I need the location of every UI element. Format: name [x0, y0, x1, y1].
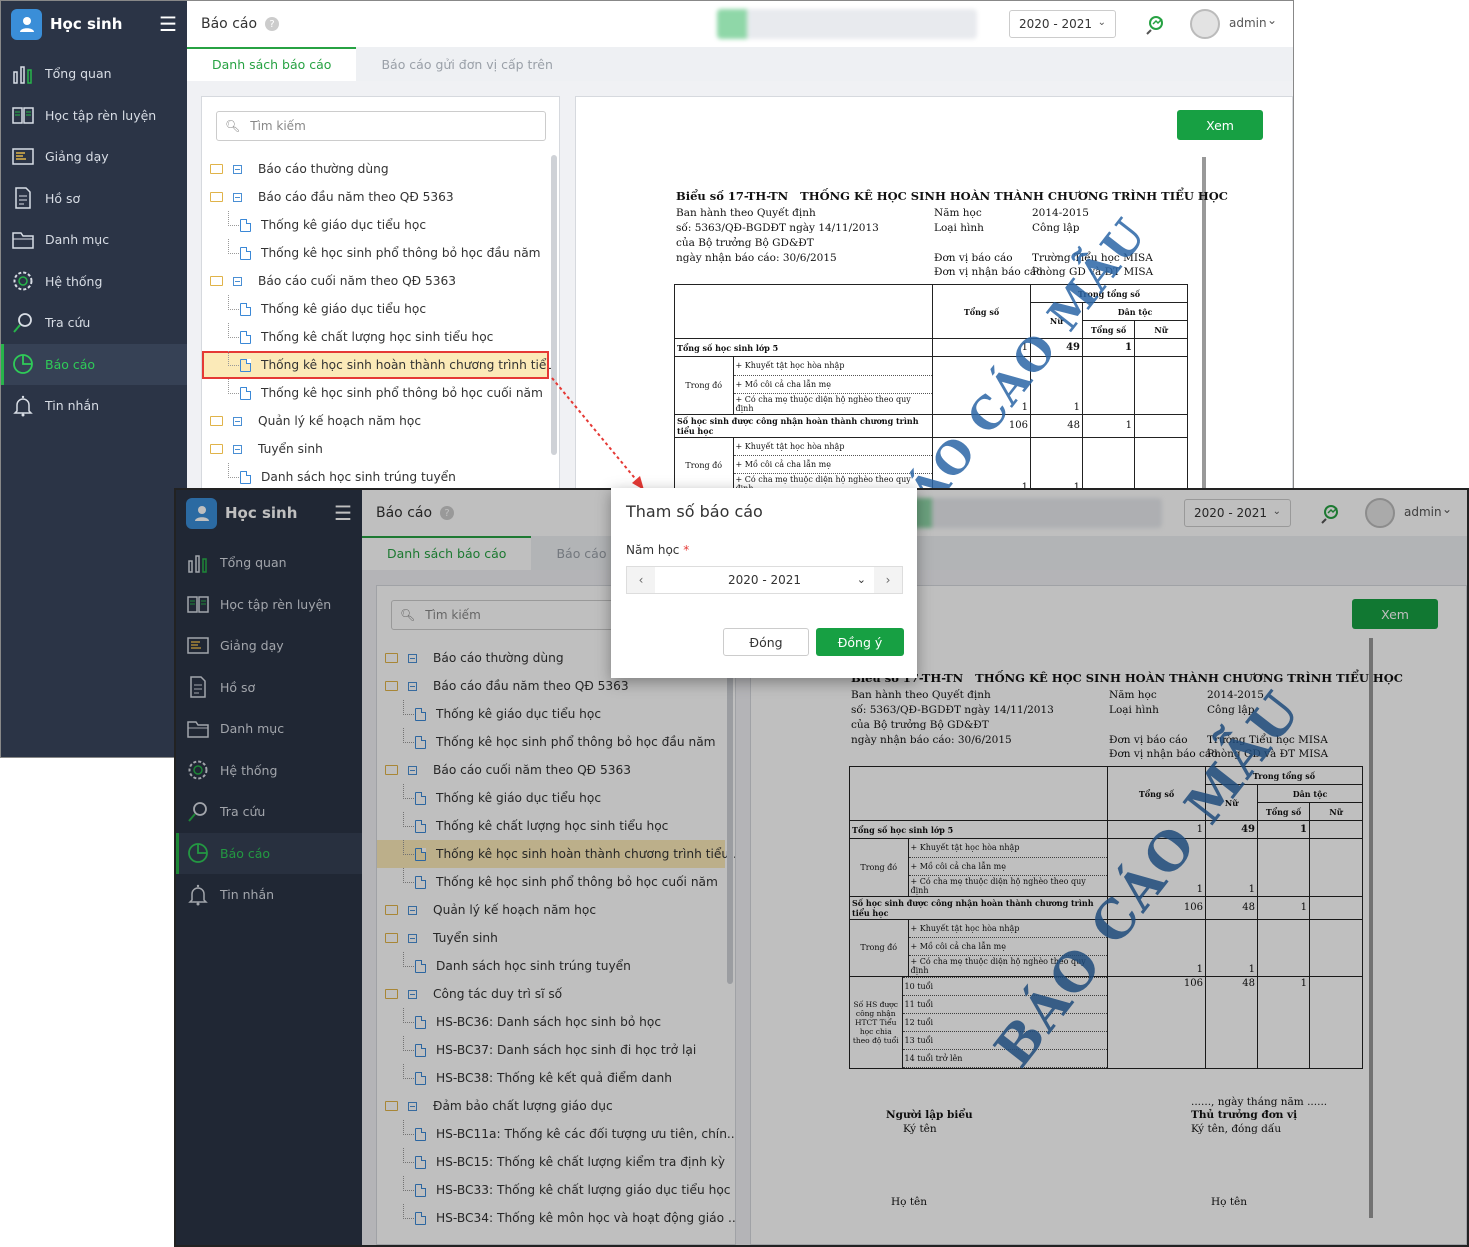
year-picker[interactable]: ‹ 2020 - 2021 ⌄ ›: [626, 566, 903, 594]
next-year-button[interactable]: ›: [874, 567, 902, 593]
dialog-title: Tham số báo cáo: [626, 502, 763, 521]
chevron-down-icon: ⌄: [856, 573, 866, 586]
report-params-dialog: Tham số báo cáo Năm học * ‹ 2020 - 2021 ⌄…: [611, 488, 917, 678]
year-dropdown[interactable]: 2020 - 2021 ⌄: [655, 567, 874, 593]
year-label: Năm học *: [626, 543, 689, 557]
ok-button[interactable]: Đồng ý: [816, 628, 904, 656]
year-label-text: Năm học: [626, 543, 680, 557]
required-mark: *: [683, 543, 690, 557]
year-value: 2020 - 2021: [727, 573, 802, 587]
prev-year-button[interactable]: ‹: [627, 567, 655, 593]
close-button[interactable]: Đóng: [723, 628, 809, 656]
